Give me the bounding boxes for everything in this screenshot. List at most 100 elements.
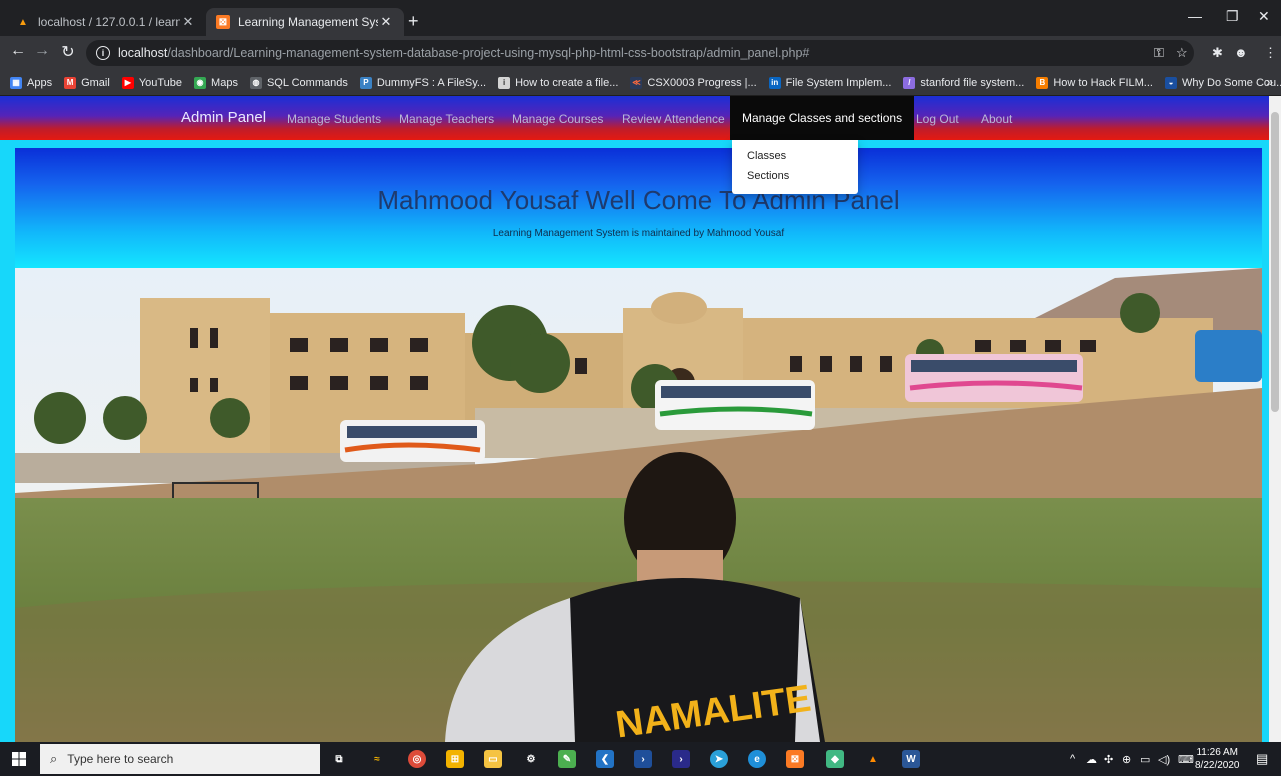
stanford-icon: / <box>903 76 916 89</box>
page-scrollbar[interactable] <box>1269 96 1281 742</box>
browser-tab-strip: ▲ localhost / 127.0.0.1 / learning m ✕ ⊠… <box>0 0 1281 36</box>
browser-toolbar: ← → ↻ i localhost/dashboard/Learning-man… <box>0 36 1281 70</box>
tray-chevron-icon[interactable]: ^ <box>1070 753 1075 765</box>
tray-battery-icon[interactable]: ▭ <box>1140 753 1150 766</box>
tab-phpmyadmin[interactable]: ▲ localhost / 127.0.0.1 / learning m ✕ <box>6 8 206 36</box>
close-icon[interactable]: ✕ <box>378 14 394 30</box>
bookmark-create-file[interactable]: i How to create a file... <box>498 76 618 89</box>
edge-icon[interactable]: e <box>748 750 766 768</box>
bookmark-dummyfs[interactable]: P DummyFS : A FileSy... <box>359 76 486 89</box>
new-tab-icon[interactable]: + <box>408 12 419 30</box>
dummyfs-icon: P <box>359 76 372 89</box>
windows-start-icon[interactable] <box>12 752 26 766</box>
tray-network-icon[interactable]: ⊕ <box>1122 753 1131 766</box>
tray-app-icon[interactable]: ✣ <box>1104 753 1113 766</box>
bookmark-why-do-some[interactable]: ◒ Why Do Some Cou... <box>1164 76 1281 89</box>
close-window-icon[interactable]: ✕ <box>1258 8 1270 25</box>
dropdown-item-classes[interactable]: Classes <box>732 146 858 166</box>
reload-icon[interactable]: ↻ <box>58 42 78 62</box>
windows-taskbar: ⌕ Type here to search ⧉ ≈ ◎ ⊞ ▭ ⚙ ✎ ❮ › … <box>0 742 1281 776</box>
chrome-icon[interactable]: ◎ <box>408 750 426 768</box>
nav-about[interactable]: About <box>981 112 1012 126</box>
blogger-icon: B <box>1036 76 1049 89</box>
phpmyadmin-icon: ▲ <box>18 16 28 28</box>
search-icon: ⌕ <box>50 751 58 766</box>
maps-icon: ◉ <box>194 76 207 89</box>
youtube-icon: ▶ <box>121 76 134 89</box>
tray-cloud-icon[interactable]: ☁ <box>1086 753 1097 766</box>
minimize-icon[interactable]: — <box>1188 8 1202 24</box>
store-icon[interactable]: ⊞ <box>446 750 464 768</box>
admin-navbar: Admin Panel Manage Students Manage Teach… <box>0 96 1269 140</box>
campus-photo-graphic: NAMALITE <box>15 268 1262 742</box>
gmail-icon: M <box>64 76 77 89</box>
vlc-icon[interactable]: ▲ <box>864 750 882 768</box>
nav-log-out[interactable]: Log Out <box>916 112 959 126</box>
tray-volume-icon[interactable]: ◁) <box>1158 753 1170 766</box>
notepad-icon[interactable]: ✎ <box>558 750 576 768</box>
file-explorer-icon[interactable]: ▭ <box>484 750 502 768</box>
welcome-jumbotron: Mahmood Yousaf Well Come To Admin Panel … <box>15 148 1262 268</box>
terminal-icon[interactable]: › <box>672 750 690 768</box>
page-icon: i <box>498 76 511 89</box>
extensions-icon[interactable]: ✱ <box>1212 45 1223 61</box>
bookmark-stanford[interactable]: / stanford file system... <box>903 76 1024 89</box>
star-icon[interactable]: ☆ <box>1176 45 1188 61</box>
page-viewport: Admin Panel Manage Students Manage Teach… <box>0 96 1281 742</box>
notifications-icon[interactable]: ▤ <box>1256 751 1268 767</box>
bookmark-gmail[interactable]: M Gmail <box>64 76 110 89</box>
more-bookmarks-icon[interactable]: » <box>1266 75 1273 89</box>
page-subtitle: Learning Management System is maintained… <box>492 228 785 239</box>
profile-avatar[interactable]: ☻ <box>1234 45 1248 60</box>
site-icon: ◒ <box>1164 76 1177 89</box>
xampp-icon: ⊠ <box>216 15 230 29</box>
url-path: /dashboard/Learning-management-system-da… <box>167 46 810 60</box>
tray-keyboard-icon[interactable]: ⌨ <box>1178 753 1194 766</box>
dropdown-item-sections[interactable]: Sections <box>732 166 858 186</box>
menu-icon[interactable]: ⋮ <box>1264 45 1277 61</box>
settings-icon[interactable]: ⚙ <box>522 750 540 768</box>
apps-icon: ▦ <box>10 76 22 89</box>
tab-title: localhost / 127.0.0.1 / learning m <box>38 15 180 29</box>
bookmark-apps[interactable]: ▦ Apps <box>10 76 52 89</box>
powershell-icon[interactable]: › <box>634 750 652 768</box>
key-icon[interactable]: ⚿ <box>1154 45 1164 61</box>
xampp-icon[interactable]: ⊠ <box>786 750 804 768</box>
nav-review-attendence[interactable]: Review Attendence <box>622 112 725 126</box>
tab-title: Learning Management System <box>238 15 378 29</box>
taskbar-search-input[interactable]: ⌕ Type here to search <box>40 744 320 774</box>
nav-manage-students[interactable]: Manage Students <box>287 112 381 126</box>
nav-manage-courses[interactable]: Manage Courses <box>512 112 603 126</box>
telegram-icon[interactable]: ➤ <box>710 750 728 768</box>
back-icon[interactable]: ← <box>8 42 28 60</box>
tab-learning-management-system[interactable]: ⊠ Learning Management System ✕ <box>206 8 404 36</box>
vscode-icon[interactable]: ❮ <box>596 750 614 768</box>
close-icon[interactable]: ✕ <box>180 14 196 30</box>
info-icon[interactable]: i <box>96 46 110 60</box>
classes-sections-dropdown: Classes Sections <box>732 140 858 194</box>
navbar-brand[interactable]: Admin Panel <box>181 109 266 126</box>
forward-icon[interactable]: → <box>32 42 52 60</box>
bookmark-file-system-implem[interactable]: in File System Implem... <box>768 76 891 89</box>
address-bar[interactable]: i localhost/dashboard/Learning-managemen… <box>86 40 1194 66</box>
word-icon[interactable]: W <box>902 750 920 768</box>
url-host: localhost <box>118 46 168 60</box>
taskbar-clock[interactable]: 11:26 AM 8/22/2020 <box>1195 746 1240 772</box>
clock-time: 11:26 AM <box>1196 747 1238 758</box>
pinned-app-icon[interactable]: ≈ <box>368 750 386 768</box>
bookmark-hack-film[interactable]: B How to Hack FILM... <box>1036 76 1153 89</box>
linkedin-icon: in <box>768 76 781 89</box>
bookmark-sql-commands[interactable]: ◍ SQL Commands <box>249 76 348 89</box>
nav-manage-teachers[interactable]: Manage Teachers <box>399 112 494 126</box>
bookmark-maps[interactable]: ◉ Maps <box>194 76 238 89</box>
bookmark-youtube[interactable]: ▶ YouTube <box>121 76 182 89</box>
scrollbar-thumb[interactable] <box>1271 112 1279 412</box>
bookmark-csx0003[interactable]: ≪ CSX0003 Progress |... <box>630 76 757 89</box>
task-view-icon[interactable]: ⧉ <box>330 750 348 768</box>
git-icon[interactable]: ◆ <box>826 750 844 768</box>
restore-icon[interactable]: ❐ <box>1226 8 1239 25</box>
nav-manage-classes-sections[interactable]: Manage Classes and sections <box>730 96 915 140</box>
page-title: Mahmood Yousaf Well Come To Admin Panel <box>377 185 900 215</box>
campus-photo: NAMALITE <box>15 268 1262 742</box>
csx-icon: ≪ <box>630 76 643 89</box>
